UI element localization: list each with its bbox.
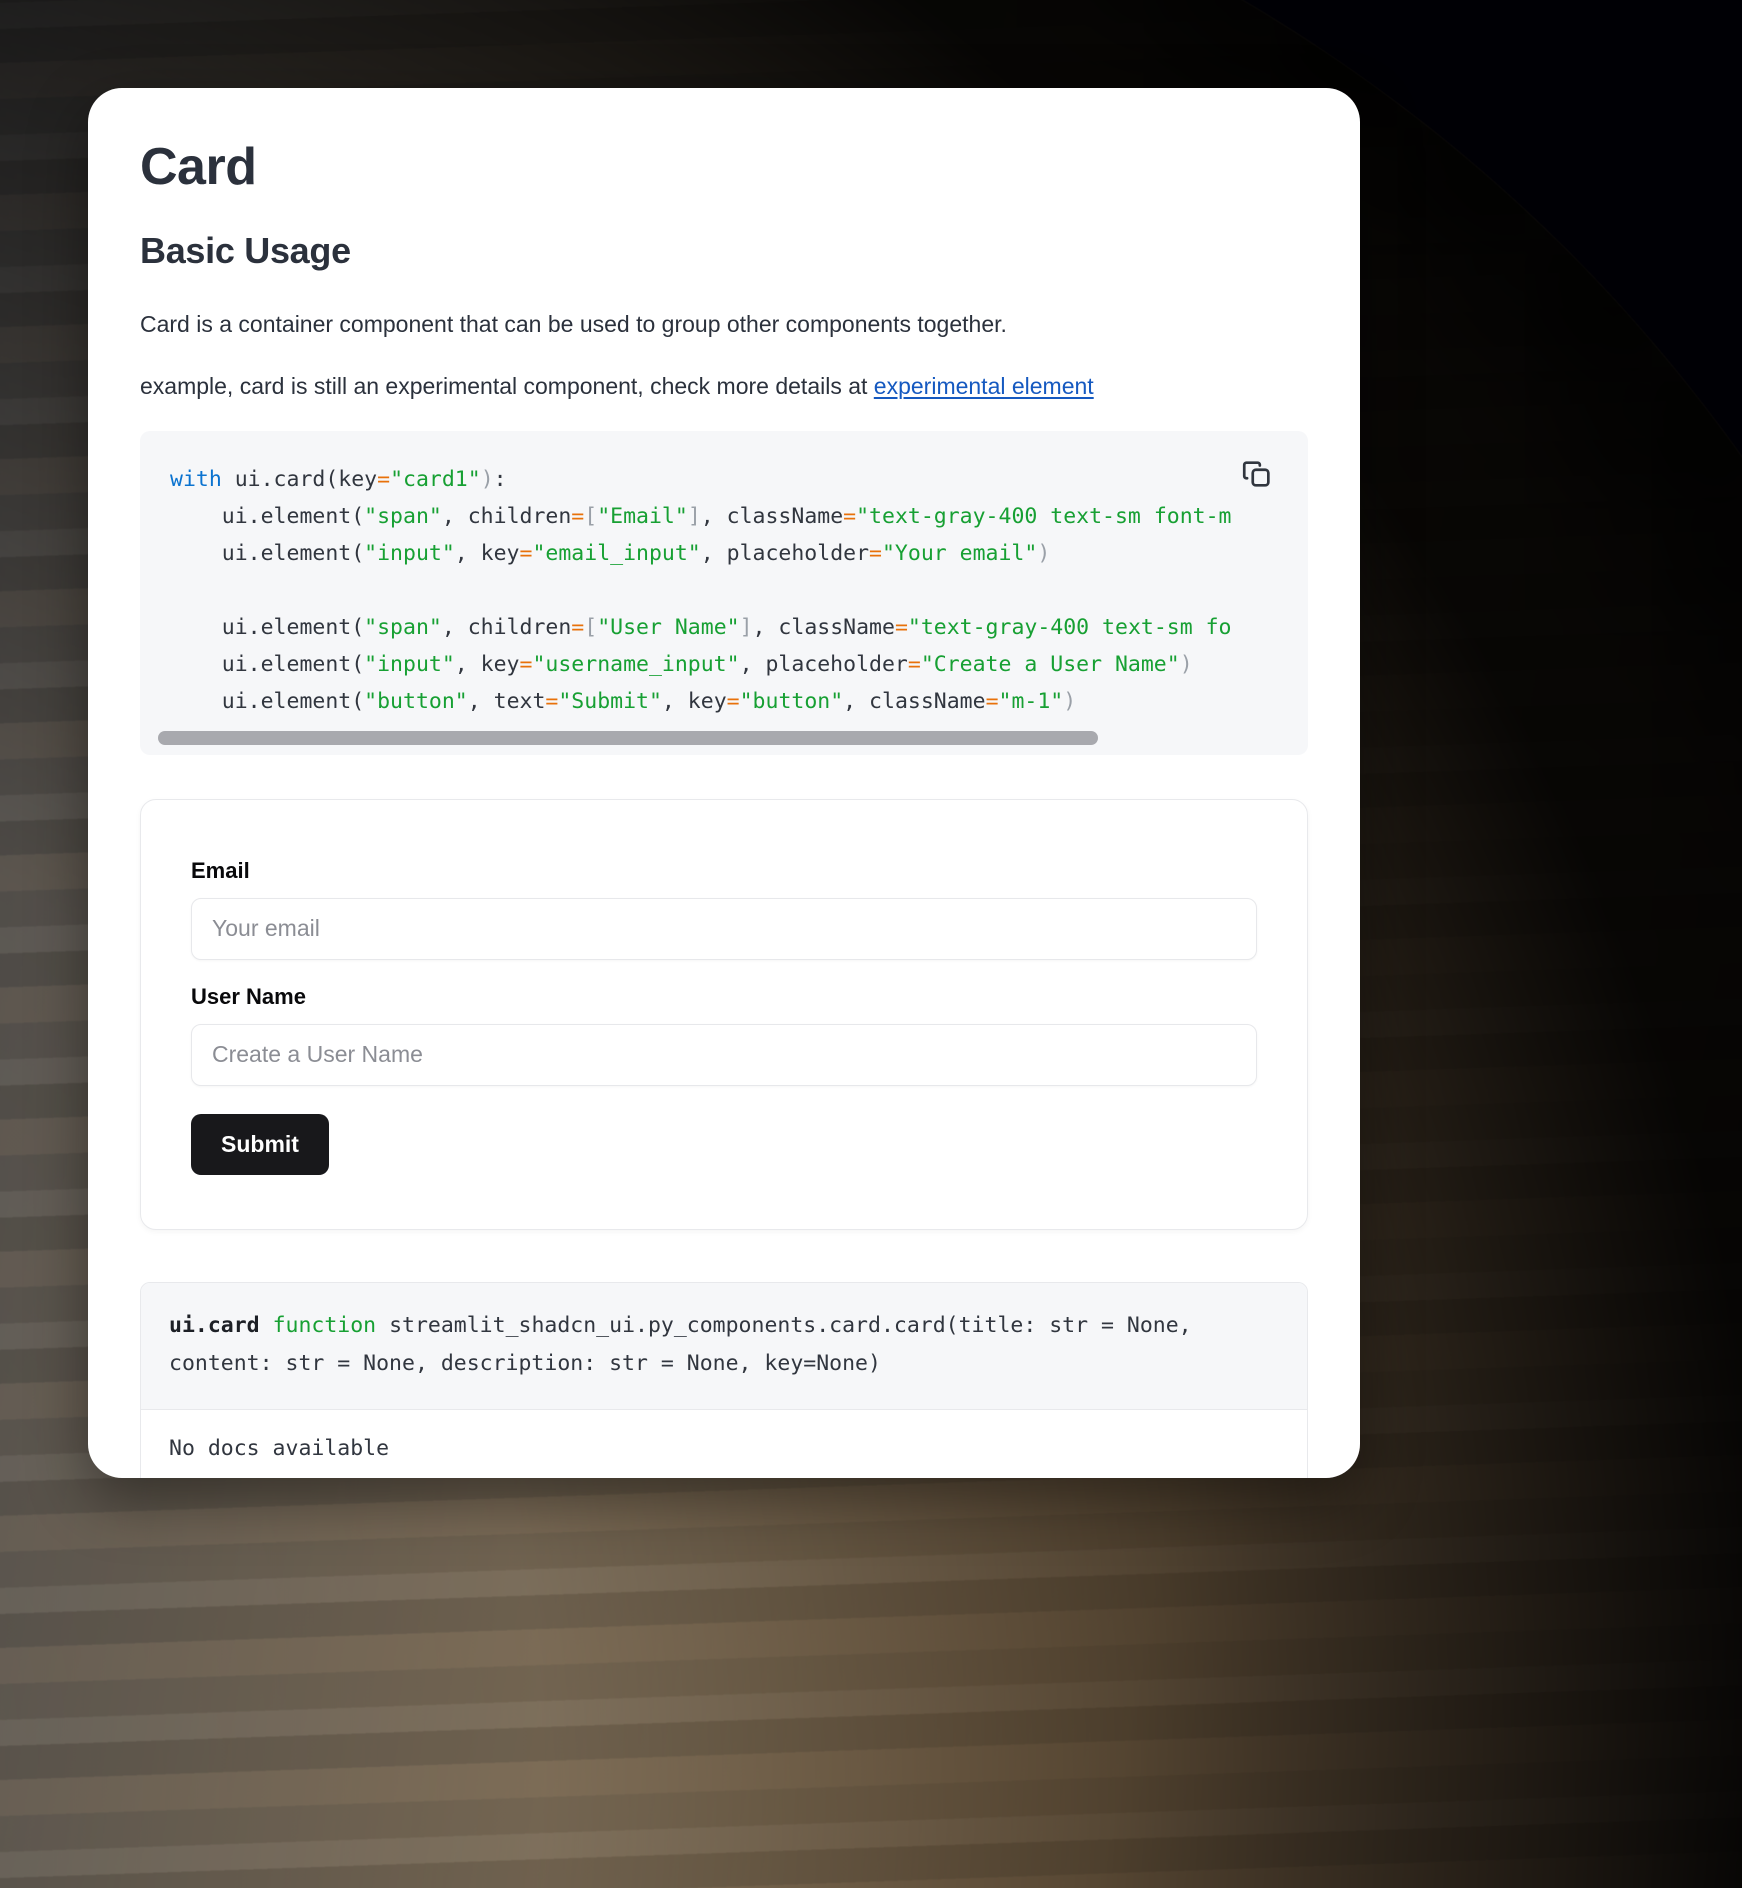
email-input[interactable] [191, 897, 1257, 960]
docs-signature-name: ui.card [169, 1312, 260, 1338]
code-line: ui.element("span", children=["Email"], c… [170, 503, 1232, 529]
experimental-note-paragraph: example, card is still an experimental c… [140, 370, 1308, 403]
section-heading: Basic Usage [140, 230, 351, 272]
experimental-element-link[interactable]: experimental element [874, 373, 1094, 399]
code-horizontal-scrollbar[interactable] [140, 730, 1308, 745]
docs-block: ui.card function streamlit_shadcn_ui.py_… [140, 1281, 1308, 1478]
docs-body: No docs available [141, 1409, 1307, 1478]
code-scrollbar-thumb[interactable] [158, 730, 1098, 745]
code-block: with ui.card(key="card1"): ui.element("s… [140, 430, 1308, 755]
code-line: ui.element("input", key="username_input"… [170, 651, 1193, 677]
username-label: User Name [191, 983, 306, 1009]
code-line: ui.element("input", key="email_input", p… [170, 540, 1051, 566]
code-content: with ui.card(key="card1"): ui.element("s… [140, 461, 1308, 720]
username-input[interactable] [191, 1023, 1257, 1086]
docs-signature-kind: function [272, 1312, 377, 1338]
code-line: ui.element("button", text="Submit", key=… [170, 688, 1077, 714]
code-line: ui.element("span", children=["User Name"… [170, 614, 1232, 640]
code-line: with ui.card(key="card1"): [170, 466, 507, 492]
page-title: Card [140, 138, 257, 196]
experimental-note-text: example, card is still an experimental c… [140, 372, 874, 399]
preview-card: Email User Name Submit [140, 798, 1308, 1230]
docs-signature: ui.card function streamlit_shadcn_ui.py_… [141, 1282, 1307, 1410]
submit-button[interactable]: Submit [191, 1113, 329, 1175]
email-label: Email [191, 857, 250, 883]
copy-icon[interactable] [1240, 457, 1274, 491]
app-panel: Card Basic Usage Card is a container com… [88, 88, 1360, 1478]
description-paragraph: Card is a container component that can b… [140, 311, 1007, 338]
